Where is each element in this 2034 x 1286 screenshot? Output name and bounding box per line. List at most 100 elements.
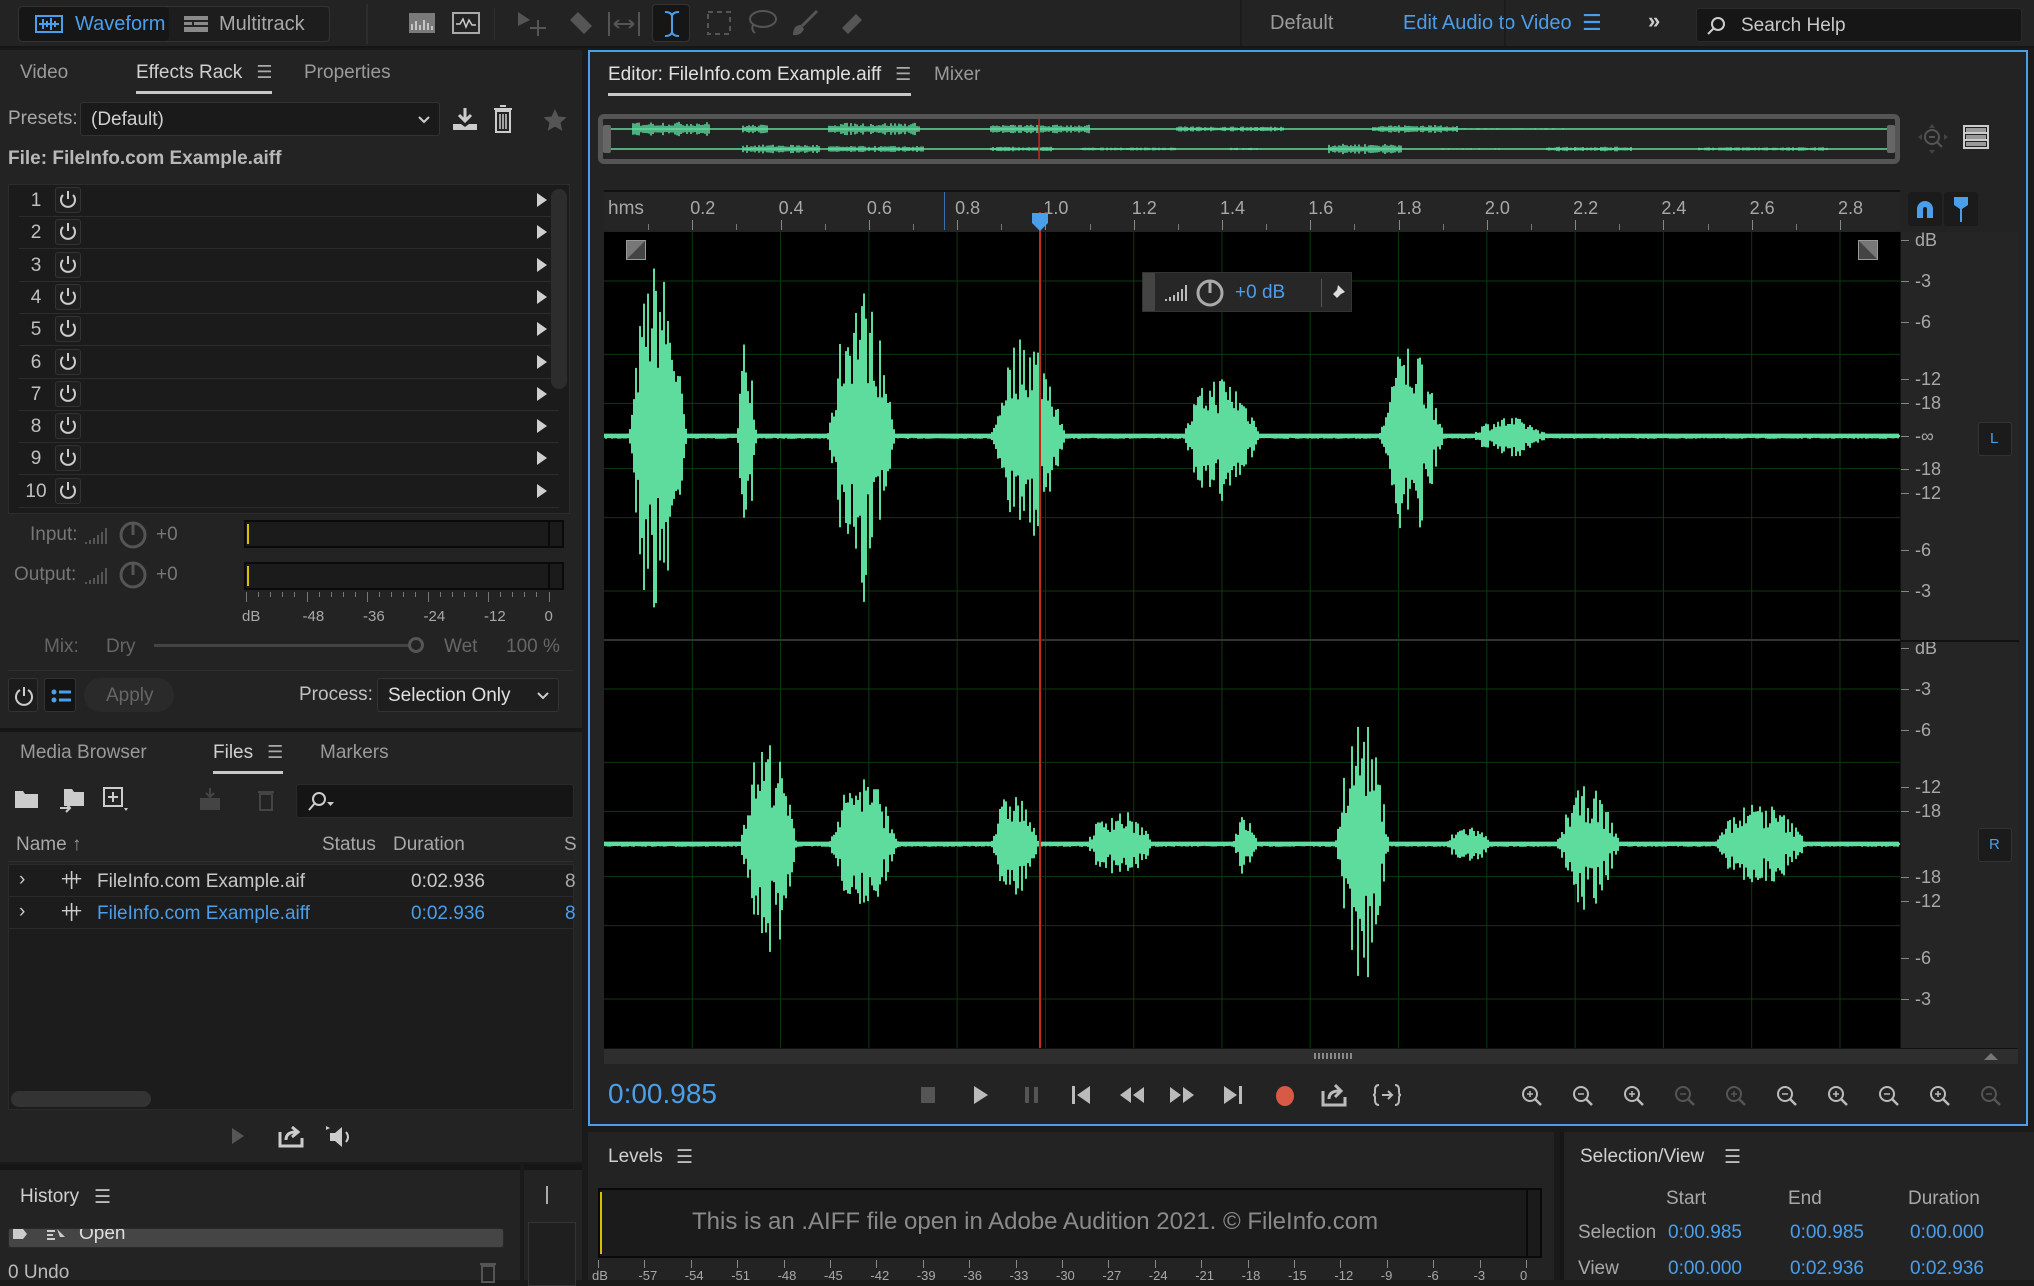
tab-effects-rack[interactable]: Effects Rack ☰ [136,62,273,94]
more-workspaces-icon[interactable]: » [1648,8,1660,34]
panel-menu-icon[interactable]: ☰ [94,1186,111,1209]
output-gain-knob[interactable] [118,560,148,590]
zoom-to-selection-out-point-icon[interactable] [1820,1082,1852,1110]
waveform-mode-button[interactable]: Waveform [19,7,169,41]
panel-grip-icon[interactable] [546,1186,548,1204]
overview-right-handle[interactable] [1887,125,1895,153]
search-help-input[interactable]: Search Help [1696,8,2022,42]
marker-button[interactable] [1944,192,1978,226]
razor-tool-icon[interactable] [566,10,594,38]
files-horizontal-scrollbar[interactable] [11,1091,151,1107]
time-selection-tool-button[interactable] [652,4,690,42]
expand-chevron-icon[interactable]: › [19,869,25,891]
tab-media-browser[interactable]: Media Browser [20,742,147,764]
loop-playback-icon[interactable] [1320,1082,1348,1108]
pin-icon[interactable] [1327,283,1347,303]
move-tool-icon[interactable] [516,10,548,38]
close-file-icon[interactable] [256,788,276,812]
effect-slot-menu-arrow-icon[interactable] [537,419,547,434]
effect-power-button[interactable] [55,187,81,213]
presets-dropdown[interactable]: (Default) [80,102,440,136]
history-item[interactable]: Open [8,1228,504,1248]
effect-slot-menu-arrow-icon[interactable] [537,483,547,498]
spot-healing-brush-icon[interactable] [836,8,866,38]
column-duration[interactable]: Duration [393,834,465,856]
effect-slot[interactable]: 4 [19,281,559,314]
hud-gain-knob[interactable] [1195,278,1225,308]
apply-button[interactable]: Apply [84,678,174,712]
mix-slider-track[interactable] [154,644,416,647]
output-gain-value[interactable]: +0 [156,564,178,586]
left-channel-toggle[interactable]: L [1978,422,2012,456]
playhead[interactable] [1031,212,1048,1048]
mix-slider-handle[interactable] [408,637,424,653]
workspace-edit-audio-to-video[interactable]: Edit Audio to Video [1403,12,1572,35]
tab-video[interactable]: Video [20,62,68,84]
loop-playback-icon[interactable] [278,1124,304,1148]
open-file-icon[interactable] [14,788,40,810]
workspace-default[interactable]: Default [1270,12,1333,35]
panel-menu-icon[interactable]: ☰ [895,64,911,84]
effect-slot-menu-arrow-icon[interactable] [537,386,547,401]
view-end[interactable]: 0:02.936 [1790,1258,1864,1280]
effect-slot-menu-arrow-icon[interactable] [537,354,547,369]
effect-power-button[interactable] [55,413,81,440]
spectral-pitch-display-icon[interactable] [452,12,480,34]
rewind-icon[interactable] [1118,1086,1146,1104]
panel-menu-icon[interactable]: ☰ [1724,1146,1741,1169]
effect-slot[interactable]: 8 [19,411,559,444]
play-file-icon[interactable] [230,1126,246,1146]
effect-slot-menu-arrow-icon[interactable] [537,322,547,337]
overview-left-handle[interactable] [603,125,611,153]
panel-menu-icon[interactable]: ☰ [256,62,272,82]
files-search-input[interactable] [296,784,574,818]
file-row[interactable]: › +|+ FileInfo.com Example.aiff 0:02.936 8 [9,897,576,929]
effect-slot-menu-arrow-icon[interactable] [537,257,547,272]
effect-slot[interactable]: 1 [19,185,559,217]
scroll-up-arrow-icon[interactable] [1984,1053,1998,1060]
panel-menu-icon[interactable]: ☰ [676,1146,693,1169]
zoom-in-time-icon[interactable] [1616,1082,1648,1110]
tab-properties[interactable]: Properties [304,62,391,84]
effect-slot-menu-arrow-icon[interactable] [537,225,547,240]
selection-end[interactable]: 0:00.985 [1790,1222,1864,1244]
time-ruler[interactable]: hms 0.2 0.4 0.6 0.8 1.0 1.2 1.4 1.6 1.8 2.0 2.2 2.4… [604,190,1900,230]
zoom-to-selection-icon[interactable] [1871,1082,1903,1110]
effect-slot[interactable]: 10 [19,475,559,508]
zoom-in-amplitude-disabled-icon[interactable] [1973,1082,2005,1110]
slip-tool-icon[interactable] [606,10,642,38]
zoom-to-time-icon[interactable] [1922,1082,1954,1110]
effect-power-button[interactable] [55,283,81,310]
view-duration[interactable]: 0:02.936 [1910,1258,1984,1280]
effects-list-scrollbar[interactable] [551,189,567,389]
spectral-frequency-display-icon[interactable] [408,12,436,34]
zoom-out-time-icon[interactable] [1667,1082,1699,1110]
stop-icon[interactable] [920,1086,936,1104]
file-row[interactable]: › +|+ FileInfo.com Example.aif 0:02.936 8 [9,865,576,897]
zoom-to-selection-in-point-icon[interactable] [1769,1082,1801,1110]
skip-to-end-icon[interactable] [1222,1084,1244,1106]
tab-editor[interactable]: Editor: FileInfo.com Example.aiff ☰ [608,64,912,96]
effect-slot[interactable]: 3 [19,249,559,282]
tab-mixer[interactable]: Mixer [934,64,980,86]
effect-slot-menu-arrow-icon[interactable] [537,451,547,466]
auto-play-icon[interactable] [324,1124,358,1150]
effect-power-button[interactable] [55,348,81,375]
right-channel-toggle[interactable]: R [1978,828,2012,862]
zoom-out-amplitude-icon[interactable] [1565,1082,1597,1110]
skip-to-start-icon[interactable] [1070,1084,1092,1106]
effect-slot-menu-arrow-icon[interactable] [537,193,547,207]
process-dropdown[interactable]: Selection Only [377,678,559,712]
waveform-display[interactable]: +0 dB [604,232,1900,1048]
multitrack-mode-button[interactable]: Multitrack [171,7,329,41]
effect-slot[interactable]: 5 [19,314,559,347]
lasso-selection-tool-icon[interactable] [746,8,778,38]
effect-power-button[interactable] [55,219,81,246]
record-icon[interactable] [1274,1084,1296,1108]
fade-in-handle[interactable] [626,240,646,260]
hud-drag-handle[interactable] [1143,273,1155,311]
marquee-selection-tool-icon[interactable] [706,10,732,36]
effect-power-button[interactable] [55,380,81,407]
delete-preset-icon[interactable] [492,104,514,134]
tab-markers[interactable]: Markers [320,742,389,764]
